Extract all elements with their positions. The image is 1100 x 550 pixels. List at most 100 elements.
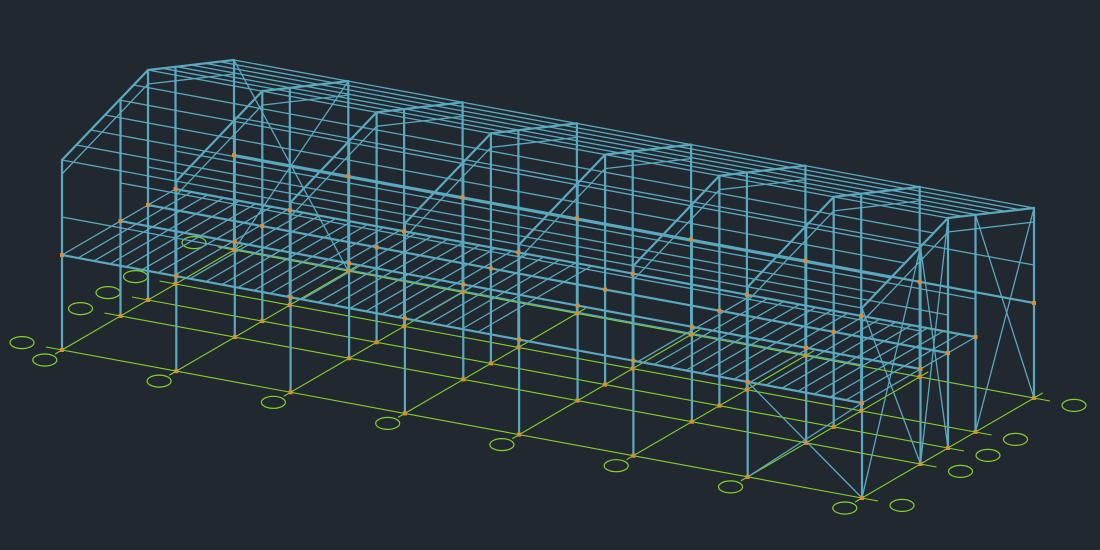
- bracing: [919, 217, 949, 465]
- rafter: [462, 132, 492, 164]
- connection-node: [460, 195, 465, 200]
- rafter-chord: [490, 143, 520, 149]
- connection-node: [918, 367, 923, 371]
- connection-node: [402, 316, 407, 321]
- grid-bubble: [489, 438, 515, 452]
- connection-node: [804, 345, 809, 350]
- connection-node: [232, 335, 237, 340]
- connection-node: [744, 292, 749, 297]
- connection-node: [804, 440, 809, 445]
- connection-node: [517, 337, 522, 342]
- connection-node: [803, 258, 808, 263]
- connection-node: [287, 303, 292, 308]
- purlin: [161, 67, 963, 217]
- frame-members: [60, 58, 1036, 500]
- connection-node: [287, 208, 292, 213]
- rafter: [175, 118, 236, 183]
- connection-node: [517, 432, 522, 437]
- connection-node: [917, 374, 922, 379]
- grid-bubble: [717, 480, 744, 494]
- connection-node: [946, 446, 950, 450]
- purlin: [147, 69, 949, 219]
- grid-bubble: [146, 374, 172, 388]
- cad-3d-viewport[interactable]: [0, 0, 1100, 550]
- connection-node: [575, 398, 580, 403]
- grid-bubble: [375, 416, 401, 430]
- grid-bubble: [122, 270, 149, 284]
- grid-bubble: [9, 336, 35, 350]
- grid-bubble: [975, 448, 1001, 462]
- connection-node: [260, 224, 265, 229]
- connection-node: [918, 462, 923, 466]
- connection-node: [260, 319, 265, 324]
- grid-line-longitudinal: [45, 346, 879, 502]
- connection-node: [374, 340, 379, 345]
- connection-node: [516, 250, 521, 255]
- connection-node: [146, 298, 150, 302]
- connection-node: [174, 274, 179, 279]
- connection-node: [717, 308, 722, 313]
- rafter-chord: [375, 122, 405, 127]
- connection-node: [574, 216, 579, 221]
- connection-node: [831, 424, 836, 429]
- connection-node: [973, 430, 978, 434]
- connection-node: [1032, 396, 1036, 400]
- connection-node: [288, 390, 293, 395]
- connection-node: [173, 187, 178, 191]
- connection-node: [973, 335, 978, 339]
- bracing: [919, 246, 949, 449]
- rafter-chord: [833, 207, 862, 212]
- grid-bubble: [260, 395, 286, 409]
- connection-node: [118, 314, 123, 318]
- connection-node: [461, 377, 466, 382]
- connection-node: [744, 387, 749, 392]
- bracing: [861, 246, 922, 499]
- connection-node: [860, 401, 864, 405]
- connection-node: [60, 253, 64, 257]
- rafter-chord: [261, 101, 291, 106]
- connection-node: [803, 353, 808, 358]
- grid-line-longitudinal: [104, 312, 937, 468]
- grid-bubble: [32, 353, 58, 367]
- steel-frame-model: [9, 58, 1087, 515]
- connection-node: [860, 496, 864, 500]
- purlin: [75, 144, 877, 294]
- girt: [119, 182, 922, 332]
- rafter: [576, 153, 607, 185]
- grid-bubble: [889, 498, 915, 512]
- rafter: [348, 111, 378, 143]
- connection-node: [461, 282, 466, 287]
- connection-node: [347, 261, 352, 266]
- connection-node: [689, 332, 694, 337]
- connection-node: [146, 203, 150, 207]
- connection-node: [374, 245, 379, 250]
- grid-bubble: [1002, 432, 1029, 446]
- connection-node: [574, 311, 579, 316]
- connection-node: [631, 453, 636, 458]
- rafter-chord: [604, 164, 634, 170]
- rafter: [919, 216, 950, 248]
- grid-bubble: [947, 464, 974, 478]
- rafter-chord: [119, 83, 149, 114]
- connection-node: [831, 329, 836, 334]
- grid-bubble: [1061, 398, 1087, 412]
- connection-node: [917, 279, 922, 284]
- rafter: [119, 68, 150, 100]
- connection-node: [118, 219, 123, 223]
- connection-node: [689, 237, 694, 242]
- grid-bubble: [95, 286, 121, 300]
- connection-node: [232, 153, 236, 157]
- connection-node: [631, 358, 636, 363]
- grid-bubble: [832, 501, 858, 515]
- connection-node: [402, 229, 407, 234]
- grid-bubble: [603, 459, 629, 473]
- rafter-chord: [947, 228, 977, 233]
- connection-node: [630, 366, 635, 371]
- rafter: [60, 97, 122, 162]
- grid-bubble: [67, 302, 94, 316]
- connection-node: [689, 419, 694, 424]
- connection-node: [60, 348, 64, 352]
- connection-node: [288, 295, 293, 300]
- rafter-chord: [974, 221, 1035, 230]
- purlin: [219, 61, 1021, 211]
